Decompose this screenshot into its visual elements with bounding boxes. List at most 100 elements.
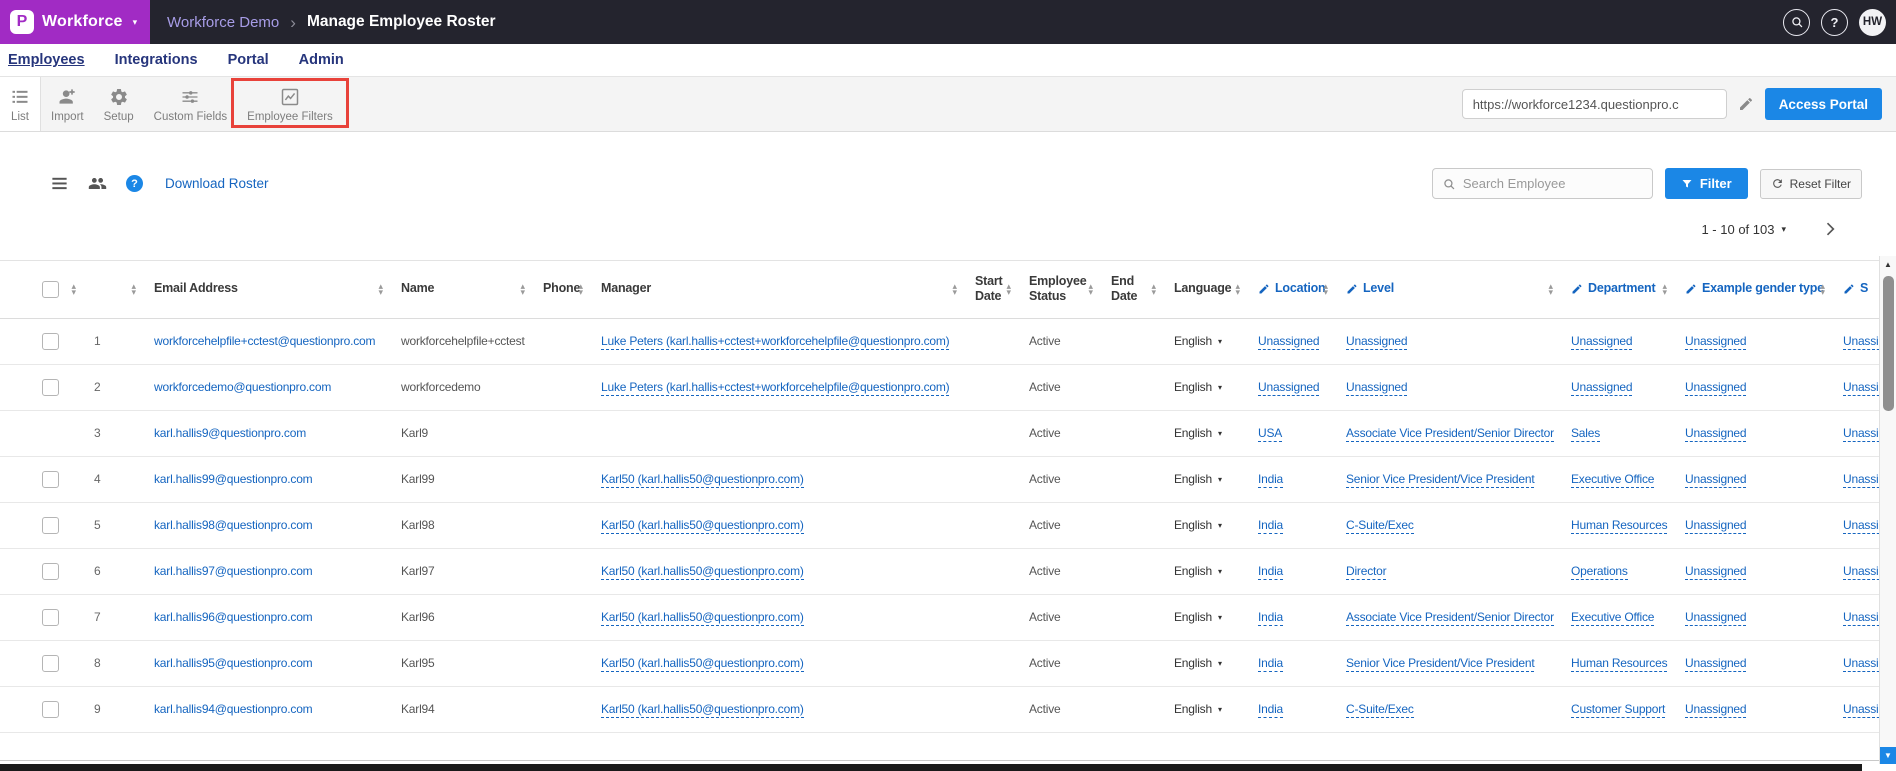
sort-icon[interactable]: ▴▾: [1006, 283, 1011, 295]
gender-type-field[interactable]: Unassigned: [1685, 380, 1746, 396]
s-col-field[interactable]: Unassigned: [1843, 564, 1879, 580]
email-link[interactable]: karl.hallis97@questionpro.com: [154, 564, 312, 578]
email-link[interactable]: karl.hallis98@questionpro.com: [154, 518, 312, 532]
sort-icon[interactable]: ▴▾: [1820, 283, 1825, 295]
column-header-manager[interactable]: Manager▴▾: [587, 261, 961, 318]
sort-icon[interactable]: ▴▾: [520, 283, 525, 295]
manager-link[interactable]: Karl50 (karl.hallis50@questionpro.com): [601, 518, 804, 534]
row-checkbox[interactable]: [42, 517, 59, 534]
gender-type-field[interactable]: Unassigned: [1685, 656, 1746, 672]
roster-help-icon[interactable]: ?: [126, 175, 143, 192]
help-button[interactable]: ?: [1821, 9, 1848, 36]
workforce-product-menu[interactable]: P Workforce ▾: [0, 0, 150, 44]
next-page-button[interactable]: [1820, 219, 1840, 239]
global-search-button[interactable]: [1783, 9, 1810, 36]
language-dropdown[interactable]: English▾: [1174, 610, 1222, 624]
sort-icon[interactable]: ▴▾: [578, 283, 583, 295]
column-header-name[interactable]: Name▴▾: [387, 261, 529, 318]
edit-column-icon[interactable]: [1685, 283, 1697, 295]
tab-employees[interactable]: Employees: [8, 52, 85, 68]
language-dropdown[interactable]: English▾: [1174, 334, 1222, 348]
department-field[interactable]: Customer Support: [1571, 702, 1665, 718]
level-field[interactable]: Unassigned: [1346, 334, 1407, 350]
edit-portal-url-button[interactable]: [1738, 96, 1754, 112]
toolbar-list-button[interactable]: List: [0, 77, 41, 131]
email-link[interactable]: karl.hallis9@questionpro.com: [154, 426, 306, 440]
user-avatar[interactable]: HW: [1859, 9, 1886, 36]
language-dropdown[interactable]: English▾: [1174, 426, 1222, 440]
s-col-field[interactable]: Unassigned: [1843, 426, 1879, 442]
gender-type-field[interactable]: Unassigned: [1685, 564, 1746, 580]
email-link[interactable]: karl.hallis94@questionpro.com: [154, 702, 312, 716]
email-link[interactable]: workforcedemo@questionpro.com: [154, 380, 331, 394]
row-checkbox[interactable]: [42, 471, 59, 488]
gender-type-field[interactable]: Unassigned: [1685, 472, 1746, 488]
sort-icon[interactable]: ▴▾: [1323, 283, 1328, 295]
language-dropdown[interactable]: English▾: [1174, 472, 1222, 486]
level-field[interactable]: C-Suite/Exec: [1346, 702, 1414, 718]
column-header-num[interactable]: ▴▾: [80, 261, 140, 318]
sort-icon[interactable]: ▴▾: [71, 283, 76, 295]
row-checkbox[interactable]: [42, 379, 59, 396]
location-field[interactable]: India: [1258, 702, 1283, 718]
manager-link[interactable]: Karl50 (karl.hallis50@questionpro.com): [601, 610, 804, 626]
column-header-check[interactable]: ▴▾: [0, 261, 80, 318]
language-dropdown[interactable]: English▾: [1174, 656, 1222, 670]
s-col-field[interactable]: Unassigned: [1843, 610, 1879, 626]
location-field[interactable]: India: [1258, 564, 1283, 580]
sort-icon[interactable]: ▴▾: [1235, 283, 1240, 295]
column-header-email[interactable]: Email Address▴▾: [140, 261, 387, 318]
department-field[interactable]: Operations: [1571, 564, 1628, 580]
gender-type-field[interactable]: Unassigned: [1685, 518, 1746, 534]
download-roster-link[interactable]: Download Roster: [165, 176, 269, 191]
sort-icon[interactable]: ▴▾: [1548, 283, 1553, 295]
vertical-scrollbar-thumb[interactable]: [1883, 276, 1894, 411]
email-link[interactable]: karl.hallis96@questionpro.com: [154, 610, 312, 624]
column-header-gender-type[interactable]: Example gender type▴▾: [1671, 261, 1829, 318]
tab-admin[interactable]: Admin: [299, 52, 344, 68]
column-header-department[interactable]: Department▴▾: [1557, 261, 1671, 318]
search-employee-input[interactable]: [1463, 176, 1643, 191]
email-link[interactable]: karl.hallis95@questionpro.com: [154, 656, 312, 670]
vertical-scrollbar[interactable]: ▲ ▼: [1879, 256, 1896, 764]
location-field[interactable]: India: [1258, 656, 1283, 672]
level-field[interactable]: Director: [1346, 564, 1386, 580]
level-field[interactable]: C-Suite/Exec: [1346, 518, 1414, 534]
tab-integrations[interactable]: Integrations: [115, 52, 198, 68]
s-col-field[interactable]: Unassigned: [1843, 518, 1879, 534]
column-header-phone[interactable]: Phone▴▾: [529, 261, 587, 318]
filter-button[interactable]: Filter: [1665, 168, 1748, 199]
location-field[interactable]: India: [1258, 610, 1283, 626]
location-field[interactable]: USA: [1258, 426, 1282, 442]
tab-portal[interactable]: Portal: [228, 52, 269, 68]
toolbar-setup-button[interactable]: Setup: [94, 77, 144, 131]
column-header-location[interactable]: Location▴▾: [1244, 261, 1332, 318]
department-field[interactable]: Sales: [1571, 426, 1600, 442]
manager-link[interactable]: Karl50 (karl.hallis50@questionpro.com): [601, 702, 804, 718]
edit-column-icon[interactable]: [1843, 283, 1855, 295]
level-field[interactable]: Senior Vice President/Vice President: [1346, 472, 1534, 488]
toolbar-import-button[interactable]: Import: [41, 77, 94, 131]
sort-icon[interactable]: ▴▾: [378, 283, 383, 295]
department-field[interactable]: Human Resources: [1571, 518, 1667, 534]
horizontal-scrollbar-thumb[interactable]: [0, 764, 1862, 771]
level-field[interactable]: Associate Vice President/Senior Director: [1346, 426, 1554, 442]
toolbar-employee-filters-button[interactable]: Employee Filters: [237, 77, 343, 131]
sort-icon[interactable]: ▴▾: [131, 283, 136, 295]
manager-link[interactable]: Luke Peters (karl.hallis+cctest+workforc…: [601, 334, 949, 350]
access-portal-button[interactable]: Access Portal: [1765, 88, 1882, 120]
row-checkbox[interactable]: [42, 701, 59, 718]
scroll-down-arrow-icon[interactable]: ▼: [1880, 747, 1896, 764]
language-dropdown[interactable]: English▾: [1174, 564, 1222, 578]
select-all-checkbox[interactable]: [42, 281, 59, 298]
gender-type-field[interactable]: Unassigned: [1685, 334, 1746, 350]
org-chart-view-button[interactable]: [88, 174, 107, 193]
location-field[interactable]: Unassigned: [1258, 334, 1319, 350]
sort-icon[interactable]: ▴▾: [1662, 283, 1667, 295]
s-col-field[interactable]: Unassigned: [1843, 334, 1879, 350]
s-col-field[interactable]: Unassigned: [1843, 472, 1879, 488]
column-header-end-date[interactable]: End Date▴▾: [1097, 261, 1160, 318]
edit-column-icon[interactable]: [1258, 283, 1270, 295]
column-header-level[interactable]: Level▴▾: [1332, 261, 1557, 318]
language-dropdown[interactable]: English▾: [1174, 380, 1222, 394]
